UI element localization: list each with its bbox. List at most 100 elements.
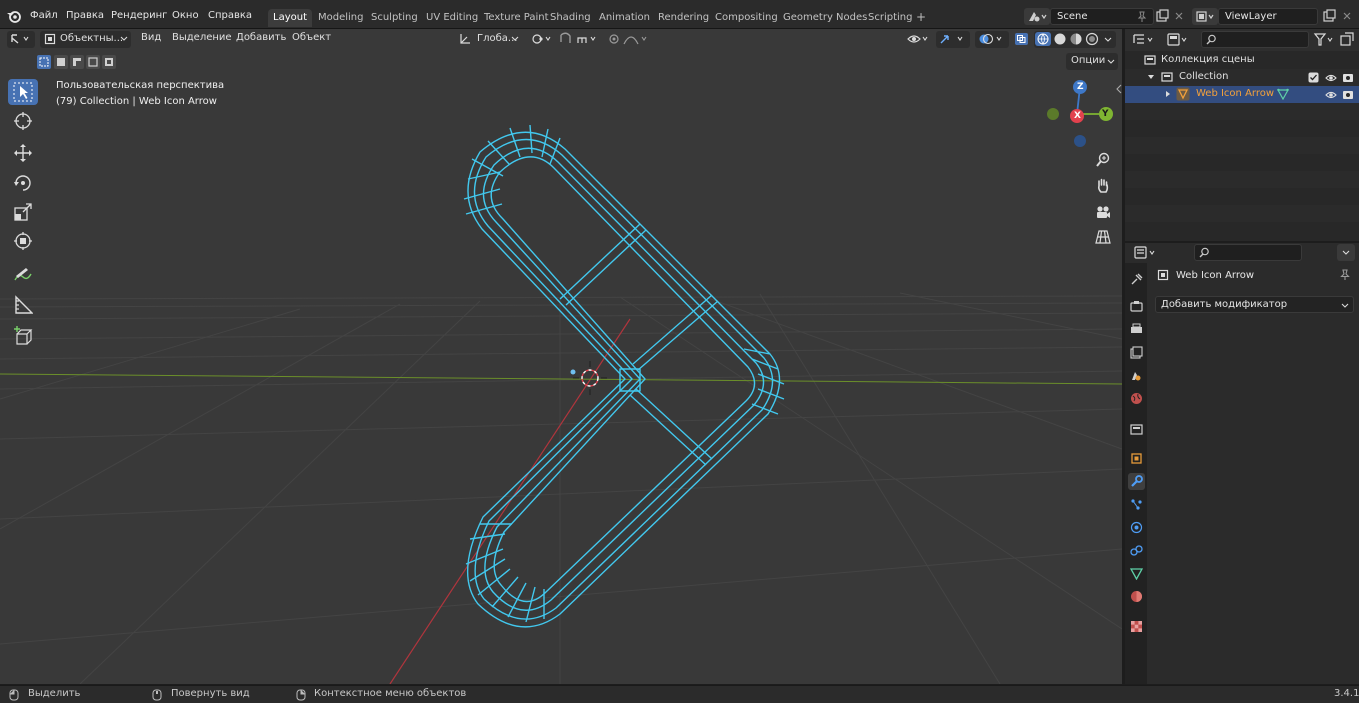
- 3d-cursor[interactable]: [573, 361, 607, 395]
- move-tool[interactable]: [8, 140, 38, 166]
- add-workspace-button[interactable]: +: [916, 10, 926, 24]
- expand-arrow-icon[interactable]: [1147, 73, 1155, 81]
- xray-toggle-icon[interactable]: [1014, 32, 1030, 46]
- pan-button[interactable]: [1092, 174, 1114, 196]
- 3d-viewport[interactable]: Объектны... Вид Выделение Добавить Объек…: [0, 29, 1122, 684]
- wireframe-shading-icon[interactable]: [1035, 32, 1051, 46]
- tab-render[interactable]: [1128, 298, 1145, 315]
- menu-render[interactable]: Рендеринг: [111, 10, 167, 21]
- outliner-row-scene-collection[interactable]: Коллекция сцены: [1125, 52, 1359, 69]
- viewlayer-name-field[interactable]: ViewLayer: [1218, 8, 1318, 25]
- proportional-editing-icon[interactable]: [606, 32, 650, 46]
- filter-icon[interactable]: [1313, 32, 1337, 48]
- mesh-data-icon[interactable]: [1277, 88, 1289, 100]
- transform-tool[interactable]: [8, 228, 38, 254]
- new-viewlayer-icon[interactable]: [1322, 9, 1336, 23]
- tab-collection[interactable]: [1128, 421, 1145, 438]
- tab-sculpting[interactable]: Sculpting: [366, 9, 423, 27]
- tab-modeling[interactable]: Modeling: [313, 9, 369, 27]
- overlays-toggle-button[interactable]: [975, 31, 1009, 48]
- close-scene-icon[interactable]: [1174, 11, 1184, 21]
- tab-rendering[interactable]: Rendering: [653, 9, 714, 27]
- checkbox-icon[interactable]: [1308, 72, 1319, 83]
- tab-geometry-nodes[interactable]: Geometry Nodes: [778, 9, 872, 27]
- perspective-toggle-button[interactable]: [1092, 226, 1114, 248]
- tab-world[interactable]: [1128, 390, 1145, 407]
- tab-object[interactable]: [1128, 450, 1145, 467]
- tab-compositing[interactable]: Compositing: [710, 9, 783, 27]
- viewport-scene[interactable]: [0, 29, 1122, 684]
- visibility-eye-icon[interactable]: [906, 32, 932, 46]
- tab-particles[interactable]: [1128, 496, 1145, 513]
- outliner-row-collection[interactable]: Collection: [1125, 69, 1359, 86]
- properties-search-input[interactable]: [1194, 244, 1302, 261]
- measure-tool[interactable]: [8, 292, 38, 318]
- material-shading-icon[interactable]: [1069, 32, 1083, 46]
- tab-texture-paint[interactable]: Texture Paint: [479, 9, 554, 27]
- new-collection-icon[interactable]: [1339, 32, 1355, 48]
- zoom-button[interactable]: [1092, 149, 1114, 171]
- solid-shading-icon[interactable]: [1053, 32, 1067, 46]
- menu-object[interactable]: Объект: [292, 32, 331, 43]
- display-mode-icon[interactable]: [1165, 32, 1193, 48]
- selection-mode-buttons[interactable]: [36, 54, 118, 70]
- pin-icon[interactable]: [1137, 11, 1147, 22]
- menu-window[interactable]: Окно: [172, 10, 199, 21]
- tab-data[interactable]: [1128, 565, 1145, 582]
- tab-output[interactable]: [1128, 321, 1145, 338]
- tab-material[interactable]: [1128, 588, 1145, 605]
- snap-icon[interactable]: [558, 32, 600, 46]
- properties-options-button[interactable]: [1337, 244, 1355, 261]
- annotate-tool[interactable]: [8, 262, 38, 288]
- tab-modifiers[interactable]: [1128, 473, 1145, 490]
- pivot-point-icon[interactable]: [530, 32, 554, 46]
- camera-view-button[interactable]: [1092, 201, 1114, 223]
- scale-tool[interactable]: [8, 199, 38, 225]
- gizmo-toggle-button[interactable]: [936, 31, 970, 48]
- menu-help[interactable]: Справка: [208, 10, 252, 21]
- options-dropdown[interactable]: Опции: [1066, 53, 1118, 70]
- pin-icon[interactable]: [1339, 269, 1351, 281]
- expand-arrow-icon[interactable]: [1164, 90, 1172, 98]
- new-scene-icon[interactable]: [1155, 9, 1169, 23]
- select-box-tool[interactable]: [8, 79, 38, 105]
- menu-add[interactable]: Добавить: [236, 32, 286, 43]
- mode-dropdown[interactable]: Объектны...: [40, 31, 131, 48]
- menu-select[interactable]: Выделение: [172, 32, 232, 43]
- transform-orientation-dropdown[interactable]: Глоба...: [455, 31, 522, 48]
- tab-scene[interactable]: [1128, 367, 1145, 384]
- menu-file[interactable]: Файл: [30, 10, 58, 21]
- close-viewlayer-icon[interactable]: [1342, 11, 1352, 21]
- tab-texture[interactable]: [1128, 618, 1145, 635]
- menu-view[interactable]: Вид: [141, 32, 161, 43]
- rendered-shading-icon[interactable]: [1085, 32, 1099, 46]
- tab-uv-editing[interactable]: UV Editing: [421, 9, 483, 27]
- blender-logo-icon[interactable]: [6, 9, 22, 23]
- tab-layout[interactable]: Layout: [268, 9, 312, 27]
- viewlayer-browse-button[interactable]: [1192, 8, 1218, 25]
- rotate-tool[interactable]: [8, 170, 38, 196]
- sidebar-toggle-icon[interactable]: [1116, 84, 1122, 94]
- editor-type-button[interactable]: [7, 31, 35, 48]
- add-modifier-dropdown[interactable]: Добавить модификатор: [1155, 296, 1354, 313]
- add-cube-tool[interactable]: [8, 323, 38, 349]
- outliner-row-web-icon-arrow[interactable]: Web Icon Arrow: [1125, 86, 1359, 103]
- tab-tool[interactable]: [1128, 271, 1145, 288]
- render-camera-icon[interactable]: [1342, 89, 1354, 100]
- tab-view-layer[interactable]: [1128, 344, 1145, 361]
- cursor-tool[interactable]: [8, 108, 38, 134]
- outliner-search-input[interactable]: [1201, 31, 1309, 48]
- tab-scripting[interactable]: Scripting: [863, 9, 917, 27]
- tab-physics[interactable]: [1128, 519, 1145, 536]
- menu-edit[interactable]: Правка: [66, 10, 104, 21]
- properties-editor-type-icon[interactable]: [1133, 245, 1161, 261]
- scene-browse-button[interactable]: [1024, 8, 1050, 25]
- tab-shading[interactable]: Shading: [545, 9, 596, 27]
- eye-icon[interactable]: [1325, 90, 1337, 100]
- chevron-down-icon[interactable]: [1104, 36, 1112, 44]
- outliner-editor-type-icon[interactable]: [1131, 32, 1159, 48]
- tab-animation[interactable]: Animation: [594, 9, 655, 27]
- tab-constraints[interactable]: [1128, 542, 1145, 559]
- render-camera-icon[interactable]: [1342, 72, 1354, 83]
- eye-icon[interactable]: [1325, 73, 1337, 83]
